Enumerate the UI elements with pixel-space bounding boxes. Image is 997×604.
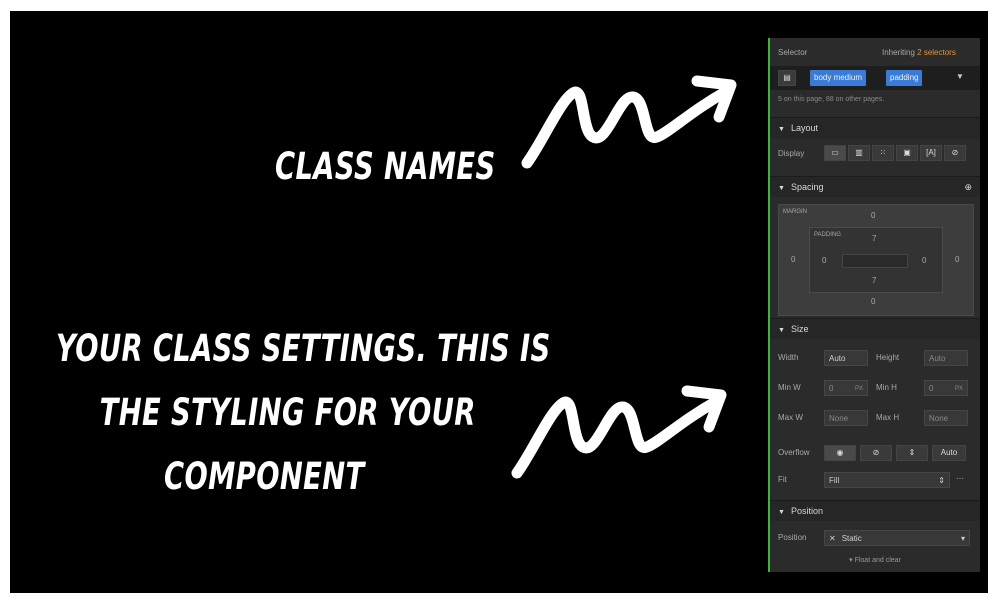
- max-w-field[interactable]: None: [824, 410, 868, 426]
- max-w-label: Max W: [778, 413, 803, 422]
- inheriting-label: Inheriting 2 selectors: [882, 48, 956, 57]
- padding-top-value[interactable]: 7: [872, 234, 876, 243]
- caption-line-2: THE STYLING FOR YOUR: [99, 391, 476, 434]
- collapse-icon: ▼: [778, 509, 785, 516]
- display-none-icon[interactable]: ⊘: [944, 145, 966, 161]
- min-w-value: 0: [829, 384, 834, 393]
- float-clear-label: Float and clear: [854, 557, 901, 564]
- display-row: Display ▭ ▥ ⁙ ▣ [A] ⊘: [770, 142, 980, 164]
- overflow-scroll-icon[interactable]: ⇕: [896, 445, 928, 461]
- content-box: [842, 254, 908, 268]
- collapse-icon: ▼: [778, 126, 785, 133]
- collapse-icon: ▼: [778, 327, 785, 334]
- chevron-down-icon[interactable]: ▼: [956, 72, 964, 81]
- select-arrows-icon: ⇕: [938, 476, 945, 485]
- min-h-field[interactable]: 0 PX: [924, 380, 968, 396]
- max-h-field[interactable]: None: [924, 410, 968, 426]
- padding-bottom-value[interactable]: 7: [872, 276, 876, 285]
- layout-title: Layout: [790, 123, 818, 133]
- class-names-caption: CLASS NAMES: [275, 145, 496, 188]
- scribble-arrow-icon: [511, 385, 727, 479]
- position-value: Static: [841, 534, 862, 543]
- height-label: Height: [876, 353, 900, 362]
- fit-value: Fill: [829, 476, 840, 485]
- display-label: Display: [778, 149, 805, 158]
- float-clear-toggle[interactable]: ▾ Float and clear: [770, 556, 980, 570]
- layout-section-header[interactable]: ▼ Layout: [770, 117, 980, 138]
- display-grid-icon[interactable]: ⁙: [872, 145, 894, 161]
- class-chip-padding[interactable]: padding: [886, 70, 923, 86]
- position-select[interactable]: ✕ Static ▾: [824, 530, 970, 546]
- padding-right-value[interactable]: 0: [922, 256, 926, 265]
- style-panel: Selector Inheriting 2 selectors ▤ body m…: [768, 38, 980, 572]
- padding-box[interactable]: PADDING 7 0 0 7: [809, 227, 943, 293]
- chevron-down-icon: ▾: [960, 534, 965, 543]
- max-h-label: Max H: [876, 413, 900, 422]
- size-section-header[interactable]: ▼ Size: [770, 318, 980, 339]
- position-row: Position ✕ Static ▾: [770, 528, 980, 548]
- overflow-label: Overflow: [778, 448, 810, 457]
- position-label: Position: [778, 533, 807, 542]
- collapse-icon: ▼: [778, 185, 785, 192]
- overflow-visible-eye-icon[interactable]: ◉: [824, 445, 856, 461]
- margin-top-value[interactable]: 0: [871, 211, 875, 220]
- close-icon: ✕: [829, 534, 836, 543]
- width-label: Width: [778, 353, 799, 362]
- selector-field[interactable]: ▤ body medium padding ▼: [770, 66, 980, 90]
- class-chip-body-medium[interactable]: body medium: [810, 70, 867, 86]
- padding-left-value[interactable]: 0: [822, 256, 826, 265]
- padding-label: PADDING: [814, 232, 841, 238]
- width-field[interactable]: Auto: [824, 350, 868, 366]
- min-h-value: 0: [929, 384, 934, 393]
- fit-label: Fit: [778, 475, 787, 484]
- caption-line-3: COMPONENT: [164, 455, 365, 498]
- class-settings-caption: YOUR CLASS SETTINGS. THIS IS THE STYLING…: [56, 317, 551, 509]
- min-h-label: Min H: [876, 383, 897, 392]
- min-size-row: Min W 0 PX Min H 0 PX: [770, 378, 980, 398]
- display-inline-icon[interactable]: [A]: [920, 145, 942, 161]
- selector-label: Selector: [778, 48, 808, 57]
- fit-row: Fit Fill ⇕ ⋯: [770, 470, 980, 490]
- more-options-icon[interactable]: ⋯: [956, 474, 964, 483]
- selector-header: Selector Inheriting 2 selectors: [770, 46, 980, 60]
- margin-left-value[interactable]: 0: [791, 255, 795, 264]
- overflow-auto-button[interactable]: Auto: [932, 445, 966, 461]
- max-size-row: Max W None Max H None: [770, 408, 980, 428]
- scribble-arrow-icon: [521, 75, 737, 169]
- spacing-title: Spacing: [790, 182, 824, 192]
- min-w-label: Min W: [778, 383, 801, 392]
- height-field[interactable]: Auto: [924, 350, 968, 366]
- min-w-unit[interactable]: PX: [855, 381, 863, 397]
- usage-note: 5 on this page, 88 on other pages.: [778, 96, 885, 103]
- spacing-section-header[interactable]: ▼ Spacing ⊕: [770, 176, 980, 197]
- inheriting-count-link[interactable]: 2 selectors: [917, 48, 956, 57]
- margin-box[interactable]: MARGIN 0 0 0 0 PADDING 7 0 0 7: [778, 204, 974, 316]
- position-title: Position: [790, 506, 823, 516]
- margin-right-value[interactable]: 0: [955, 255, 959, 264]
- canvas: CLASS NAMES YOUR CLASS SETTINGS. THIS IS…: [10, 11, 988, 593]
- inheriting-prefix: Inheriting: [882, 48, 915, 57]
- display-flex-icon[interactable]: ▥: [848, 145, 870, 161]
- display-block-icon[interactable]: ▭: [824, 145, 846, 161]
- margin-label: MARGIN: [783, 209, 807, 215]
- display-inline-block-icon[interactable]: ▣: [896, 145, 918, 161]
- fit-select[interactable]: Fill ⇕: [824, 472, 950, 488]
- caption-line-1: YOUR CLASS SETTINGS. THIS IS: [56, 327, 551, 370]
- overflow-hidden-icon[interactable]: ⊘: [860, 445, 892, 461]
- spacing-settings-icon[interactable]: ⊕: [964, 177, 972, 197]
- size-title: Size: [790, 324, 809, 334]
- overflow-row: Overflow ◉ ⊘ ⇕ Auto: [770, 443, 980, 463]
- margin-bottom-value[interactable]: 0: [871, 297, 875, 306]
- min-h-unit[interactable]: PX: [955, 381, 963, 397]
- position-section-header[interactable]: ▼ Position: [770, 500, 980, 521]
- width-height-row: Width Auto Height Auto: [770, 348, 980, 368]
- selector-icon[interactable]: ▤: [778, 70, 796, 86]
- min-w-field[interactable]: 0 PX: [824, 380, 868, 396]
